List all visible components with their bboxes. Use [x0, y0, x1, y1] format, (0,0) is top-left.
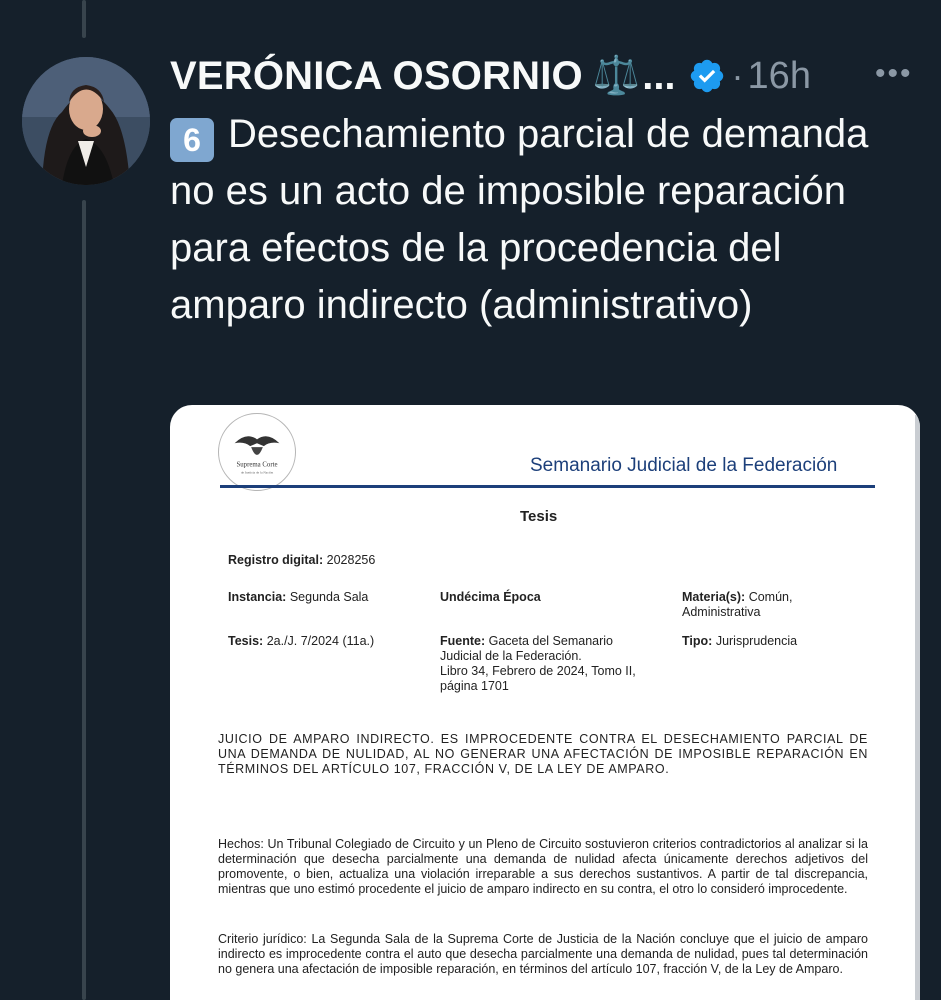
keycap-six-emoji: 6 [170, 118, 214, 162]
header-separator: · [731, 55, 744, 96]
tweet-text: 6 Desechamiento parcial de demanda no es … [170, 106, 910, 334]
tesis-value: 2a./J. 7/2024 (11a.) [266, 634, 375, 648]
thread-line-bottom [82, 200, 86, 1000]
fuente: Fuente: Gaceta del Semanario Judicial de… [440, 634, 636, 694]
document-header-title: Semanario Judicial de la Federación [530, 455, 838, 476]
tesis-rubro: JUICIO DE AMPARO INDIRECTO. ES IMPROCEDE… [218, 732, 868, 776]
logo-subtext: de Justicia de la Nación [241, 470, 274, 474]
tipo-label: Tipo: [682, 634, 713, 648]
epoca: Undécima Época [440, 590, 541, 605]
tesis-label: Tesis: [228, 634, 264, 648]
verified-badge-icon[interactable] [688, 57, 726, 95]
fuente-line-3: Libro 34, Febrero de 2024, Tomo II, [440, 664, 636, 678]
instancia-value: Segunda Sala [289, 590, 369, 604]
scjn-logo-icon: Suprema Corte de Justicia de la Nación [218, 413, 296, 491]
hechos-paragraph: Hechos: Un Tribunal Colegiado de Circuit… [218, 837, 868, 896]
document-title: Tesis [520, 508, 558, 525]
tipo-value: Jurisprudencia [715, 634, 798, 648]
materia: Materia(s): Común, Administrativa [682, 590, 792, 620]
tweet-body: Desechamiento parcial de demanda no es u… [170, 112, 869, 327]
scales-emoji: ⚖️ [592, 55, 641, 97]
instancia-label: Instancia: [228, 590, 287, 604]
registro-digital: Registro digital: 2028256 [228, 553, 375, 568]
tweet-header: VERÓNICA OSORNIO ⚖️ ... · 16h [170, 50, 930, 102]
name-truncation: ... [642, 53, 676, 98]
fuente-line-2: Judicial de la Federación. [440, 649, 582, 663]
epoca-value: Undécima Época [440, 590, 541, 604]
thread-line-top [82, 0, 86, 38]
tipo: Tipo: Jurisprudencia [682, 634, 797, 649]
criterio-paragraph: Criterio jurídico: La Segunda Sala de la… [218, 932, 868, 976]
avatar[interactable] [22, 57, 150, 185]
tweet-timestamp[interactable]: 16h [748, 55, 811, 98]
instancia: Instancia: Segunda Sala [228, 590, 368, 605]
more-options-icon[interactable]: ••• [875, 59, 913, 89]
materia-value-2: Administrativa [682, 605, 761, 619]
materia-value-1: Común, [748, 590, 793, 604]
materia-label: Materia(s): [682, 590, 746, 604]
avatar-image [22, 57, 150, 185]
fuente-line-4: página 1701 [440, 679, 509, 693]
fuente-line-1: Gaceta del Semanario [488, 634, 614, 648]
document-edge [915, 415, 920, 1000]
registro-value: 2028256 [326, 553, 376, 567]
logo-text: Suprema Corte [236, 462, 277, 469]
fuente-label: Fuente: [440, 634, 486, 648]
header-rule [220, 485, 875, 488]
tweet-media-image[interactable]: Suprema Corte de Justicia de la Nación S… [170, 405, 920, 1000]
registro-label: Registro digital: [228, 553, 324, 567]
author-name[interactable]: VERÓNICA OSORNIO [170, 54, 583, 99]
tesis-number: Tesis: 2a./J. 7/2024 (11a.) [228, 634, 374, 649]
